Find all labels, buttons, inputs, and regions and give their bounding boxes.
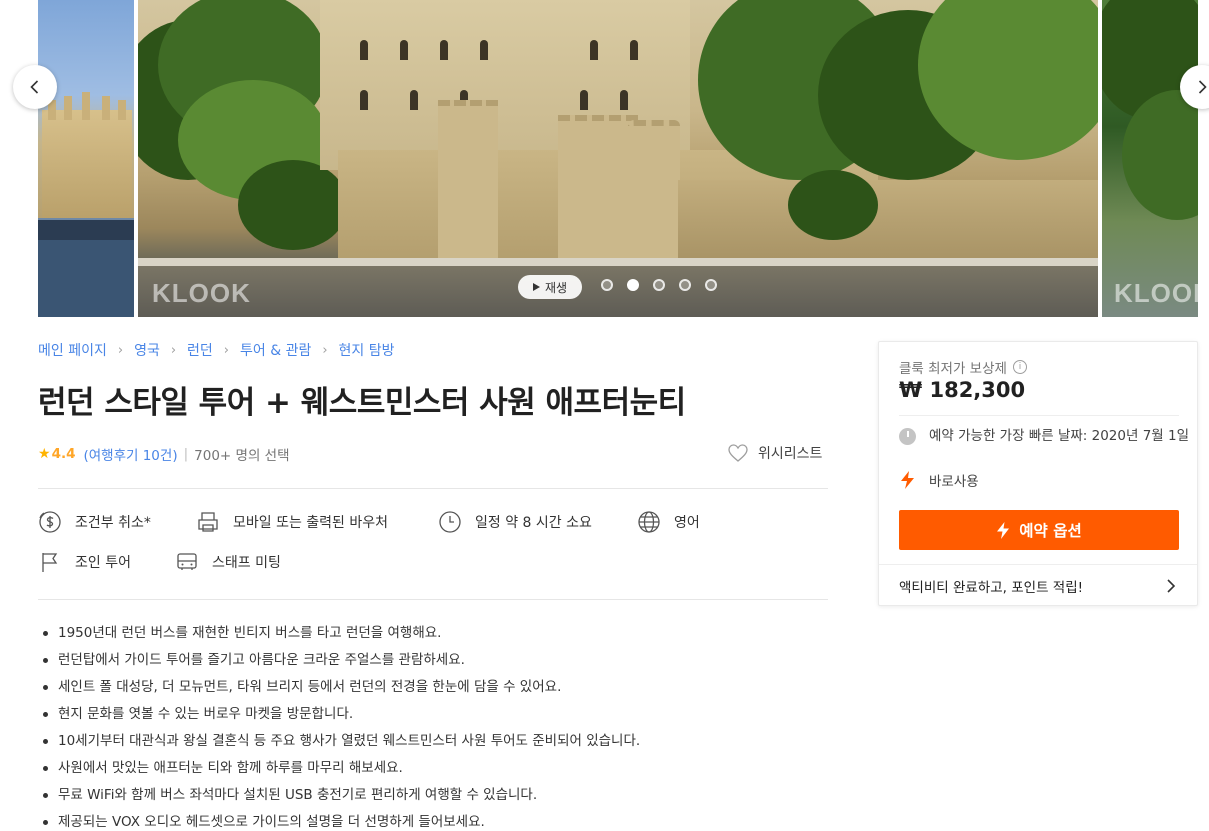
breadcrumb-city[interactable]: 런던 <box>187 340 213 360</box>
gallery-prev-button[interactable] <box>13 65 57 109</box>
breadcrumb-home[interactable]: 메인 페이지 <box>38 340 107 360</box>
feature-label: 영어 <box>674 515 700 531</box>
feature-tour-type: 조인 투어 <box>38 550 131 574</box>
rating-score: 4.4 <box>51 446 76 462</box>
gallery-dot[interactable] <box>653 279 665 291</box>
chevron-right-icon: › <box>170 342 177 358</box>
info-icon[interactable]: i <box>1012 360 1027 374</box>
booking-card: 클룩 최저가 보상제 i ₩ 182,300 예약 가능한 가장 빠른 날짜: … <box>878 341 1198 606</box>
gallery-dot-active[interactable] <box>627 279 639 291</box>
feature-label: 스태프 미팅 <box>212 555 281 571</box>
list-item: 현지 문화를 엿볼 수 있는 버로우 마켓을 방문합니다. <box>38 705 828 732</box>
gallery-photo-next[interactable]: KLOOK <box>1102 0 1198 317</box>
play-icon <box>532 283 540 291</box>
earn-points-text: 액티비티 완료하고, 포인트 적립! <box>899 579 1084 596</box>
chevron-right-icon <box>1167 578 1176 593</box>
feature-label: 일정 약 8 시간 소요 <box>475 515 592 531</box>
separator: | <box>183 446 189 462</box>
breadcrumb: 메인 페이지 › 영국 › 런던 › 투어 & 관람 › 현지 탐방 <box>38 340 395 360</box>
highlights-list: 1950년대 런던 버스를 재현한 빈티지 버스를 타고 런던을 여행해요. 런… <box>38 624 828 831</box>
instant-label: 바로사용 <box>929 474 979 490</box>
price-guarantee-label: 클룩 최저가 보상제 i <box>899 357 1027 377</box>
lightning-icon <box>901 471 914 489</box>
feature-meeting: 스태프 미팅 <box>175 550 281 574</box>
availability-text: 예약 가능한 가장 빠른 날짜: 2020년 7월 1일 <box>929 428 1190 444</box>
list-item: 10세기부터 대관식과 왕실 결혼식 등 주요 행사가 열렸던 웨스트민스터 사… <box>38 732 828 759</box>
reviews-link[interactable]: (여행후기 10건) <box>83 444 177 464</box>
list-item: 사원에서 맛있는 애프터눈 티와 함께 하루를 마무리 해보세요. <box>38 759 828 786</box>
flag-icon <box>42 553 58 572</box>
bus-icon <box>177 553 197 570</box>
photo-gallery: KLOOK KLOOK 재생 <box>0 0 1209 317</box>
list-item: 1950년대 런던 버스를 재현한 빈티지 버스를 타고 런던을 여행해요. <box>38 624 828 651</box>
list-item: 무료 WiFi와 함께 버스 좌석마다 설치된 USB 충전기로 편리하게 여행… <box>38 786 828 813</box>
breadcrumb-country[interactable]: 영국 <box>134 340 160 360</box>
klook-watermark: KLOOK <box>152 278 251 308</box>
booked-count: 700+ 명의 선택 <box>194 448 290 464</box>
feature-duration: 일정 약 8 시간 소요 <box>438 510 592 534</box>
divider <box>38 488 828 489</box>
dollar-cancel-icon <box>39 511 61 533</box>
chevron-right-icon: › <box>117 342 124 358</box>
clock-icon <box>439 511 461 533</box>
heart-icon <box>728 444 748 462</box>
list-item: 세인트 폴 대성당, 더 모뉴먼트, 타워 브리지 등에서 런던의 전경을 한눈… <box>38 678 828 705</box>
globe-icon <box>638 511 660 533</box>
gallery-dot[interactable] <box>705 279 717 291</box>
gallery-dot[interactable] <box>601 279 613 291</box>
instant-confirmation: 바로사용 <box>899 470 979 490</box>
lightning-icon <box>997 521 1010 539</box>
gallery-photo-prev[interactable] <box>38 0 134 317</box>
book-options-button[interactable]: 예약 옵션 <box>899 510 1179 550</box>
chevron-right-icon: › <box>322 342 328 358</box>
breadcrumb-subcategory[interactable]: 현지 탐방 <box>339 340 395 360</box>
feature-label: 모바일 또는 출력된 바우처 <box>233 515 389 531</box>
klook-watermark: KLOOK <box>1114 278 1198 308</box>
earn-points-link[interactable]: 액티비티 완료하고, 포인트 적립! <box>879 564 1197 606</box>
book-options-label: 예약 옵션 <box>1019 522 1082 540</box>
price-guarantee-text: 클룩 최저가 보상제 <box>899 361 1007 377</box>
feature-label: 조건부 취소* <box>75 515 151 531</box>
gallery-pagination <box>601 279 717 291</box>
page-title: 런던 스타일 투어 + 웨스트민스터 사원 애프터눈티 <box>38 385 686 421</box>
chevron-right-icon: › <box>223 342 229 358</box>
availability: 예약 가능한 가장 빠른 날짜: 2020년 7월 1일 <box>899 425 1189 447</box>
divider <box>899 415 1179 416</box>
feature-label: 조인 투어 <box>75 555 131 571</box>
feature-language: 영어 <box>637 510 700 534</box>
print-voucher-icon <box>198 512 218 532</box>
gallery-photo-current[interactable]: KLOOK <box>138 0 1098 317</box>
wishlist-button[interactable]: 위시리스트 <box>728 443 822 463</box>
list-item: 제공되는 VOX 오디오 헤드셋으로 가이드의 설명을 더 선명하게 들어보세요… <box>38 813 828 831</box>
feature-cancellation: 조건부 취소* <box>38 510 151 534</box>
play-label: 재생 <box>544 280 568 295</box>
rating-summary: ★ 4.4 (여행후기 10건) | 700+ 명의 선택 <box>38 444 290 464</box>
price: ₩ 182,300 <box>899 378 1026 402</box>
slideshow-play-button[interactable]: 재생 <box>518 275 582 299</box>
chevron-right-icon <box>1198 80 1207 94</box>
list-item: 런던탑에서 가이드 투어를 즐기고 아름다운 크라운 주얼스를 관람하세요. <box>38 651 828 678</box>
divider <box>38 599 828 600</box>
chevron-left-icon <box>30 80 39 94</box>
feature-voucher: 모바일 또는 출력된 바우처 <box>196 510 388 534</box>
star-icon: ★ <box>38 446 51 462</box>
clock-icon <box>899 428 916 445</box>
breadcrumb-category[interactable]: 투어 & 관람 <box>240 340 311 360</box>
gallery-dot[interactable] <box>679 279 691 291</box>
wishlist-label: 위시리스트 <box>758 446 823 462</box>
